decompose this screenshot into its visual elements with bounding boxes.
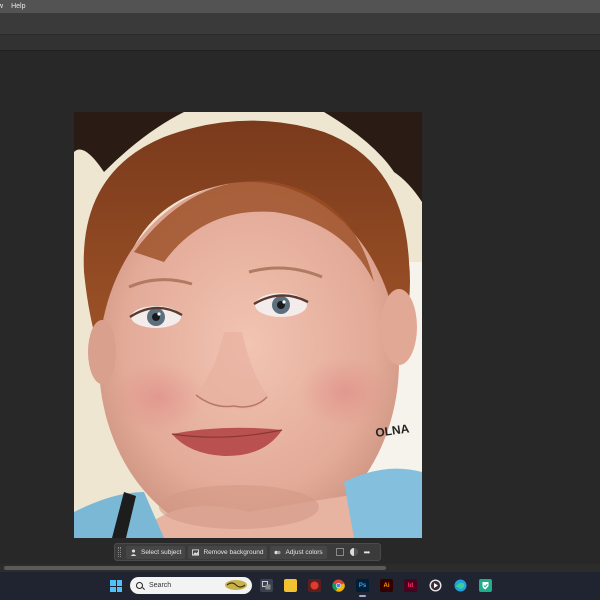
media-player-icon[interactable] xyxy=(429,579,442,592)
contextual-task-bar: Select subject Remove background Adjust … xyxy=(114,543,381,561)
document-tab-bar xyxy=(0,35,600,51)
document-image[interactable]: OLNA xyxy=(74,112,422,538)
file-explorer-icon[interactable] xyxy=(284,579,297,592)
remove-background-label: Remove background xyxy=(203,548,264,556)
search-placeholder: Search xyxy=(149,582,172,589)
play-circle-icon xyxy=(429,579,442,592)
security-icon[interactable] xyxy=(479,579,492,592)
chrome-logo-icon xyxy=(332,579,345,592)
windows-taskbar: Search Ps Ai Id xyxy=(0,572,600,600)
person-icon xyxy=(130,548,137,556)
options-bar xyxy=(0,13,600,35)
drag-handle[interactable] xyxy=(118,547,121,557)
illustrator-icon[interactable]: Ai xyxy=(380,579,393,592)
check-shield-icon xyxy=(482,582,489,590)
scrollbar-thumb[interactable] xyxy=(4,566,386,570)
menu-item-window[interactable]: w xyxy=(0,0,7,13)
mask-icon[interactable] xyxy=(335,548,344,556)
adjust-colors-label: Adjust colors xyxy=(285,548,323,556)
adjust-icon xyxy=(274,550,282,554)
task-view-icon[interactable] xyxy=(260,579,273,592)
edge-icon[interactable] xyxy=(454,579,467,592)
contrast-icon[interactable] xyxy=(349,548,358,556)
select-subject-label: Select subject xyxy=(141,548,182,556)
remove-background-button[interactable]: Remove background xyxy=(188,545,268,559)
red-app-icon[interactable] xyxy=(308,579,321,592)
portrait-photo: OLNA xyxy=(74,112,422,538)
indesign-icon[interactable]: Id xyxy=(404,579,417,592)
photoshop-window: w Help OLNA Select subject Remove backgr… xyxy=(0,0,600,600)
photoshop-icon[interactable]: Ps xyxy=(356,579,369,597)
menu-bar: w Help xyxy=(0,0,600,13)
search-icon xyxy=(136,582,143,589)
horizontal-scrollbar[interactable] xyxy=(0,564,600,572)
chrome-icon[interactable] xyxy=(332,579,345,592)
menu-item-help[interactable]: Help xyxy=(7,0,29,13)
red-circle-icon xyxy=(310,581,319,590)
adjust-colors-button[interactable]: Adjust colors xyxy=(270,545,327,559)
taskbar-search-box[interactable]: Search xyxy=(130,577,252,594)
select-subject-button[interactable]: Select subject xyxy=(126,545,186,559)
search-highlight-icon xyxy=(225,580,247,590)
more-options-icon[interactable]: ••• xyxy=(364,548,370,557)
image-icon xyxy=(192,548,200,556)
edge-logo-icon xyxy=(454,579,467,592)
task-view-glyph-icon xyxy=(262,581,271,590)
windows-start-icon[interactable] xyxy=(110,580,122,592)
